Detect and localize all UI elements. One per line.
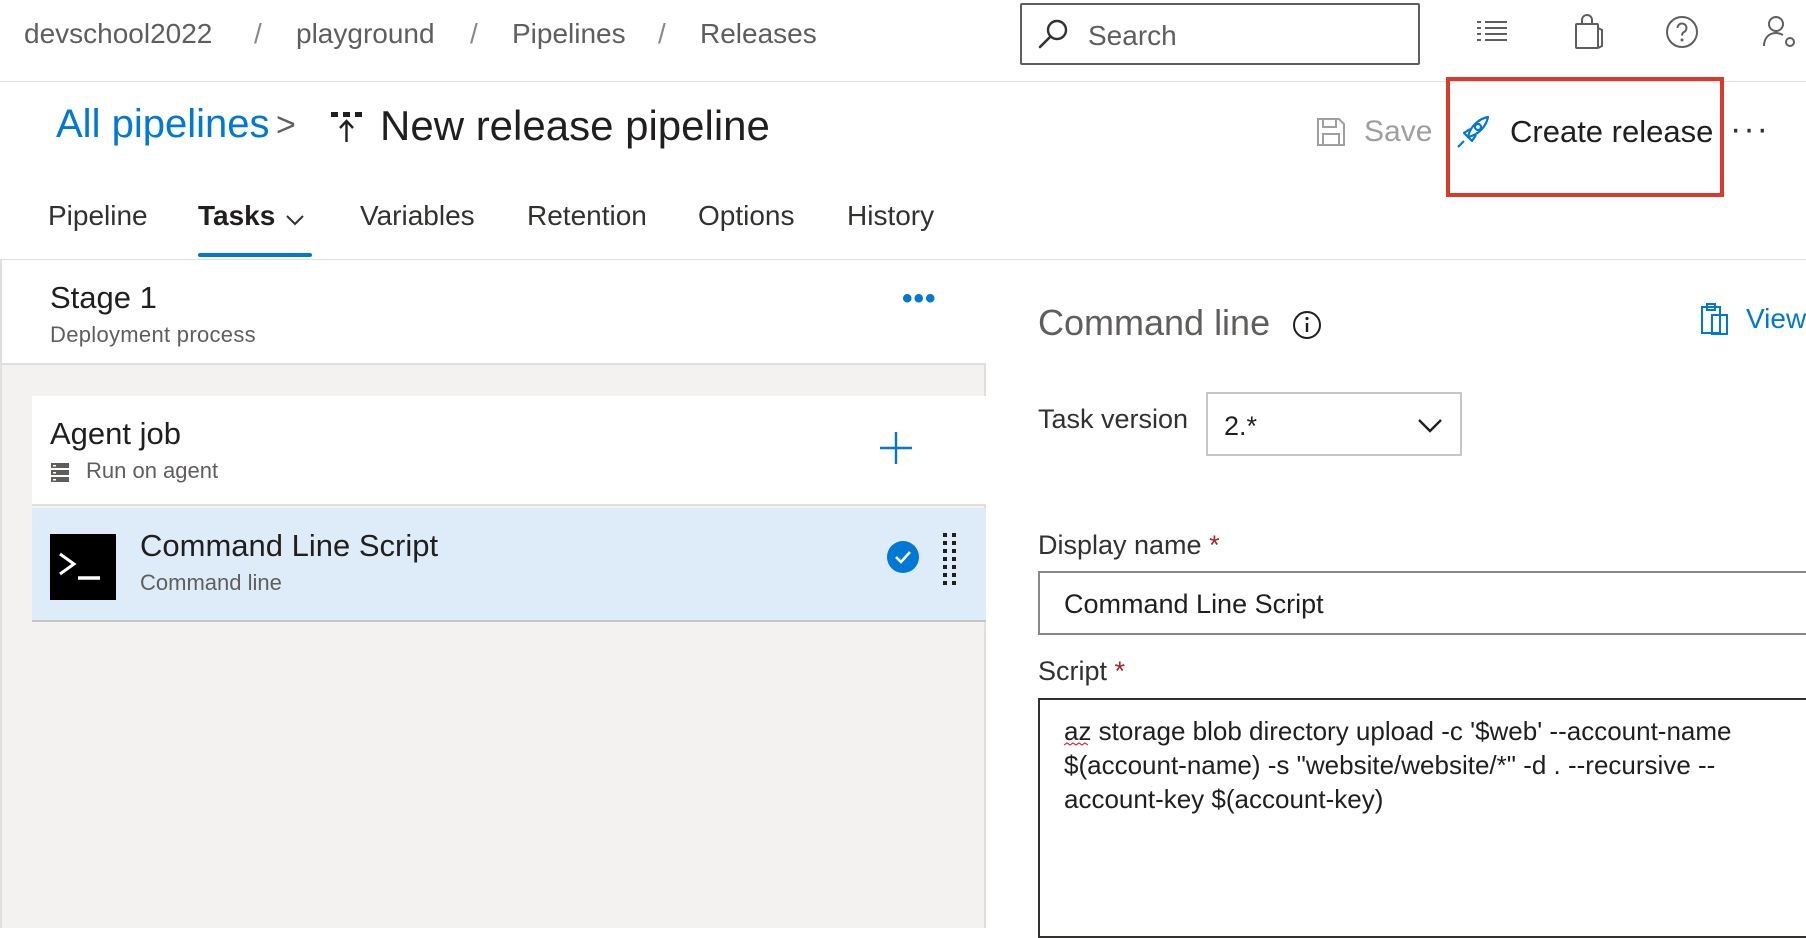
shopping-bag-icon[interactable] [1570, 14, 1606, 50]
search-box[interactable]: Search [1020, 3, 1420, 65]
task-version-select[interactable]: 2.* [1206, 392, 1462, 456]
agent-job-title: Agent job [50, 416, 181, 451]
stage-more-button[interactable]: ••• [902, 282, 937, 316]
task-title: Command Line Script [140, 528, 439, 563]
script-line: account-key $(account-key) [1064, 784, 1384, 814]
task-version-label: Task version [1038, 404, 1189, 434]
stage-subtitle: Deployment process [50, 322, 256, 347]
panel-title: Command line [1038, 302, 1271, 343]
breadcrumb-page[interactable]: Releases [700, 18, 817, 50]
stage-title: Stage 1 [50, 280, 157, 315]
page-title: New release pipeline [380, 102, 770, 149]
display-name-value: Command Line Script [1064, 589, 1324, 619]
display-name-label: Display name * [1038, 530, 1220, 560]
check-circle-icon [887, 541, 919, 573]
tab-history[interactable]: History [847, 200, 934, 232]
tab-pipeline[interactable]: Pipeline [48, 200, 148, 232]
tab-tasks[interactable]: Tasks [198, 200, 275, 232]
spellcheck-squiggle [1064, 742, 1088, 746]
breadcrumb-separator: / [658, 18, 666, 49]
script-line: $(account-name) -s "website/website/*" -… [1064, 750, 1716, 780]
stage-header[interactable]: Stage 1 Deployment process ••• [2, 260, 986, 365]
task-row-command-line-script[interactable]: Command Line Script Command line [32, 508, 986, 622]
active-tab-indicator [198, 253, 312, 257]
tab-options[interactable]: Options [698, 200, 795, 232]
breadcrumb-chevron: > [276, 106, 296, 144]
script-textarea[interactable]: az storage blob directory upload -c '$we… [1038, 698, 1806, 938]
breadcrumb-project[interactable]: playground [296, 18, 435, 50]
search-icon [1038, 19, 1068, 49]
task-version-value: 2.* [1224, 411, 1258, 441]
save-icon [1317, 118, 1345, 146]
script-line: az storage blob directory upload -c '$we… [1064, 716, 1732, 746]
display-name-field[interactable]: Command Line Script [1038, 571, 1806, 635]
breadcrumb-separator: / [254, 18, 262, 49]
tab-retention[interactable]: Retention [527, 200, 647, 232]
release-pipeline-icon [331, 112, 362, 142]
breadcrumb-org[interactable]: devschool2022 [24, 18, 212, 50]
help-icon[interactable] [1664, 14, 1700, 50]
save-label: Save [1364, 115, 1433, 148]
task-subtitle: Command line [140, 570, 282, 595]
search-placeholder: Search [1088, 20, 1177, 51]
checklist-icon[interactable] [1474, 14, 1510, 50]
terminal-icon [50, 534, 116, 600]
info-icon[interactable] [1292, 310, 1322, 340]
script-label: Script * [1038, 656, 1126, 686]
plus-icon[interactable] [878, 430, 914, 466]
chevron-down-icon [1418, 419, 1442, 433]
agent-job[interactable]: Agent job Run on agent [32, 396, 986, 506]
drag-handle-icon[interactable] [942, 532, 958, 592]
highlight-annotation [1446, 77, 1724, 197]
chevron-down-icon[interactable] [286, 214, 304, 226]
server-icon [51, 463, 69, 482]
breadcrumb-section[interactable]: Pipelines [512, 18, 626, 50]
tasks-panel: Stage 1 Deployment process ••• Agent job… [0, 260, 986, 928]
clipboard-icon [1701, 303, 1728, 335]
user-settings-icon[interactable] [1762, 14, 1798, 50]
tab-variables[interactable]: Variables [360, 200, 475, 232]
agent-job-subtitle: Run on agent [86, 458, 219, 483]
breadcrumb-separator: / [470, 18, 478, 49]
more-actions-button[interactable]: ··· [1730, 110, 1770, 149]
view-label: View [1746, 303, 1806, 334]
top-bar: devschool2022 / playground / Pipelines /… [0, 0, 1806, 82]
save-button[interactable]: Save [1316, 112, 1432, 152]
view-yaml-button[interactable]: View [1700, 302, 1806, 336]
all-pipelines-link[interactable]: All pipelines [56, 102, 269, 147]
